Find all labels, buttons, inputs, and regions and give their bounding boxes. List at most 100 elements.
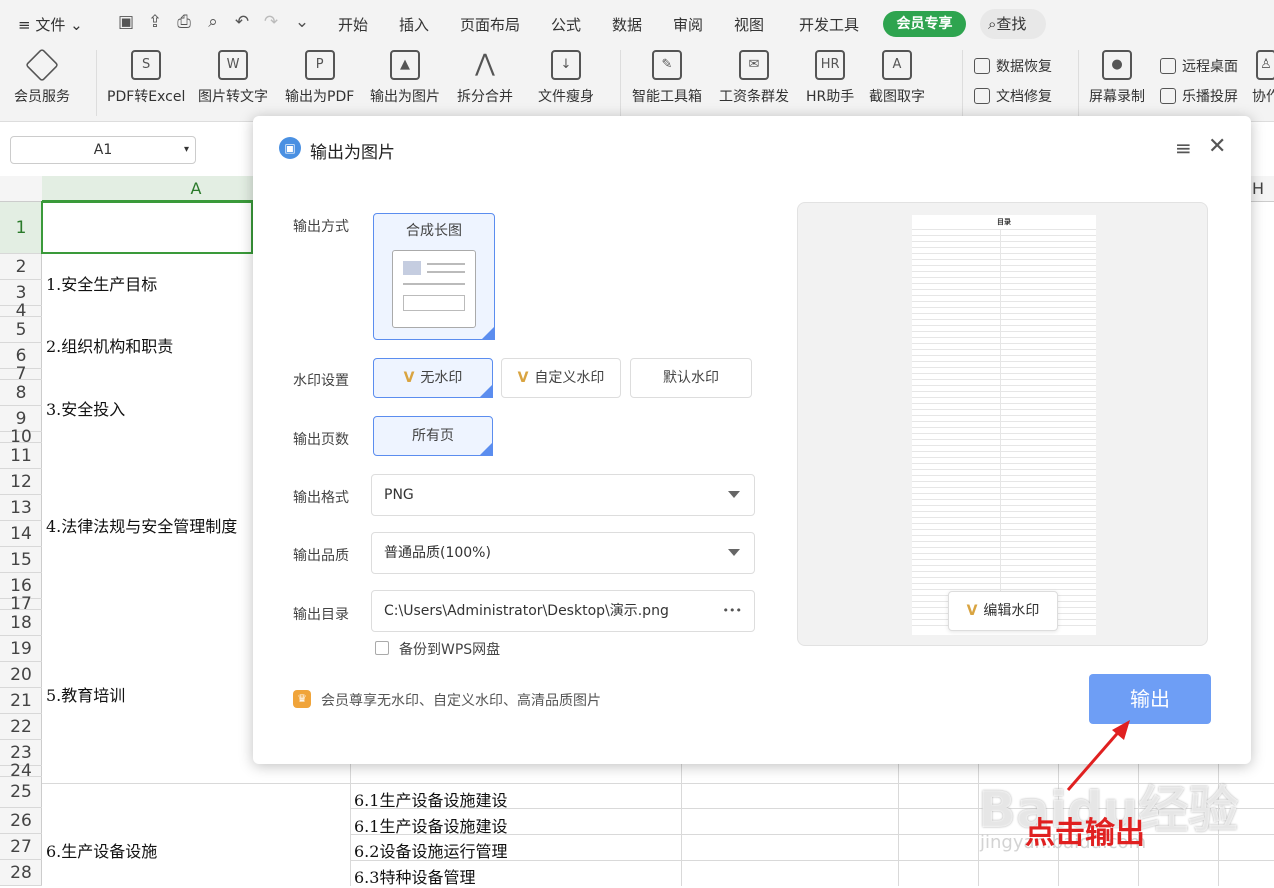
dir-input[interactable]: C:\Users\Administrator\Desktop\演示.png •••	[371, 590, 755, 632]
no-watermark-option[interactable]: V 无水印	[373, 358, 493, 398]
pdf-to-excel-button[interactable]: S PDF转Excel	[107, 50, 185, 106]
preview-row-line	[912, 307, 1096, 308]
remote-icon	[1160, 58, 1176, 74]
file-menu[interactable]: ≡ 文件 ⌄	[18, 14, 83, 35]
preview-row-line	[912, 331, 1096, 332]
tab-insert[interactable]: 插入	[399, 14, 429, 35]
menu-icon[interactable]: ≡	[1175, 136, 1192, 160]
menu-bar: ≡ 文件 ⌄ ▣ ⇪ ⎙ ⌕ ↶ ↷ ⌄ 开始 插入 页面布局 公式 数据 审阅…	[0, 0, 1274, 46]
redo-icon[interactable]: ↷	[261, 12, 281, 32]
row-header-5[interactable]: 5	[0, 317, 42, 343]
default-watermark-option[interactable]: 默认水印	[630, 358, 752, 398]
cell-b27[interactable]: 6.2设备设施运行管理	[354, 838, 507, 862]
export-icon[interactable]: ⇪	[145, 12, 165, 32]
toolbox-icon: ✎	[652, 50, 682, 80]
row-header-25[interactable]: 25	[0, 777, 42, 808]
row-header-14[interactable]: 14	[0, 521, 42, 547]
payslip-button[interactable]: ✉ 工资条群发	[719, 50, 789, 106]
image-to-text-button[interactable]: W 图片转文字	[198, 50, 268, 106]
row-header-27[interactable]: 27	[0, 834, 42, 860]
name-box[interactable]: A1 ▾	[10, 136, 196, 164]
row-header-15[interactable]: 15	[0, 547, 42, 573]
cell-a8[interactable]: 3.安全投入	[46, 396, 125, 420]
remote-desktop-button[interactable]: 远程桌面	[1160, 56, 1238, 76]
cell-b25[interactable]: 6.1生产设备设施建设	[354, 787, 507, 811]
print-icon[interactable]: ⎙	[174, 12, 194, 32]
row-header-22[interactable]: 22	[0, 714, 42, 740]
preview-row-line	[912, 277, 1096, 278]
close-icon[interactable]: ✕	[1208, 134, 1226, 159]
cast-button[interactable]: 乐播投屏	[1160, 86, 1238, 106]
edit-watermark-button[interactable]: V 编辑水印	[948, 591, 1058, 631]
hr-helper-button[interactable]: HR HR助手	[806, 50, 854, 106]
row-header-10[interactable]: 10	[0, 429, 42, 446]
custom-watermark-option[interactable]: V 自定义水印	[501, 358, 621, 398]
format-select[interactable]: PNG	[371, 474, 755, 516]
check-icon	[479, 442, 493, 456]
check-icon	[481, 326, 495, 340]
row-header-11[interactable]: 11	[0, 443, 42, 469]
data-recovery-button[interactable]: 数据恢复	[974, 56, 1052, 76]
tab-developer[interactable]: 开发工具	[799, 14, 859, 35]
tab-data[interactable]: 数据	[612, 14, 642, 35]
all-pages-option[interactable]: 所有页	[373, 416, 493, 456]
row-header-4[interactable]: 4	[0, 303, 42, 320]
selected-cell-a1[interactable]	[41, 201, 253, 254]
split-merge-button[interactable]: ⋀ 拆分合并	[457, 50, 513, 106]
mode-long-image-option[interactable]: 合成长图	[373, 213, 495, 340]
more-icon[interactable]: •••	[723, 591, 742, 631]
row-header-12[interactable]: 12	[0, 469, 42, 495]
export-pdf-button[interactable]: P 输出为PDF	[285, 50, 354, 106]
search-box[interactable]: ⌕查找	[980, 9, 1046, 39]
row-header-26[interactable]: 26	[0, 808, 42, 834]
row-header-17[interactable]: 17	[0, 596, 42, 613]
screen-record-button[interactable]: ● 屏幕录制	[1089, 50, 1145, 106]
cell-a12[interactable]: 4.法律法规与安全管理制度	[46, 513, 237, 537]
preview-row-line	[912, 241, 1096, 242]
row-header-7[interactable]: 7	[0, 366, 42, 383]
row-header-13[interactable]: 13	[0, 495, 42, 521]
tab-view[interactable]: 视图	[734, 14, 764, 35]
split-icon: ⋀	[475, 49, 495, 77]
cell-b26[interactable]: 6.1生产设备设施建设	[354, 813, 507, 837]
cell-a2[interactable]: 1.安全生产目标	[46, 271, 157, 295]
export-image-button[interactable]: ▲ 输出为图片	[370, 50, 440, 106]
undo-icon[interactable]: ↶	[232, 12, 252, 32]
tab-formula[interactable]: 公式	[551, 14, 581, 35]
cell-a5[interactable]: 2.组织机构和职责	[46, 333, 173, 357]
file-slim-label: 文件瘦身	[538, 89, 594, 105]
row-header-2[interactable]: 2	[0, 254, 42, 280]
file-slim-button[interactable]: ↓ 文件瘦身	[538, 50, 594, 106]
print-preview-icon[interactable]: ⌕	[203, 12, 223, 32]
row-header-28[interactable]: 28	[0, 860, 42, 886]
collab-button[interactable]: ♙ 协作	[1252, 50, 1274, 106]
cell-b28[interactable]: 6.3特种设备管理	[354, 864, 475, 888]
tab-layout[interactable]: 页面布局	[460, 14, 520, 35]
tab-start[interactable]: 开始	[338, 14, 368, 35]
save-icon[interactable]: ▣	[116, 12, 136, 32]
row-header-21[interactable]: 21	[0, 688, 42, 714]
row-header-18[interactable]: 18	[0, 610, 42, 636]
row-header-20[interactable]: 20	[0, 662, 42, 688]
row-header-24[interactable]: 24	[0, 763, 42, 780]
screenshot-text-button[interactable]: A 截图取字	[869, 50, 925, 106]
more-quick-icon[interactable]: ⌄	[292, 12, 312, 32]
column-h[interactable]: H	[1252, 176, 1264, 202]
cell-a19[interactable]: 5.教育培训	[46, 682, 125, 706]
vip-tab[interactable]: 会员专享	[883, 11, 966, 37]
doc-repair-button[interactable]: 文档修复	[974, 86, 1052, 106]
tab-review[interactable]: 审阅	[673, 14, 703, 35]
preview-row-line	[912, 511, 1096, 512]
row-header-1[interactable]: 1	[0, 202, 42, 254]
preview-row-line	[912, 283, 1096, 284]
preview-row-line	[912, 505, 1096, 506]
backup-checkbox[interactable]	[375, 641, 389, 655]
vip-service-button[interactable]: 会员服务	[14, 48, 70, 106]
name-box-value: A1	[93, 142, 113, 158]
smart-toolbox-button[interactable]: ✎ 智能工具箱	[632, 50, 702, 106]
quality-select[interactable]: 普通品质(100%)	[371, 532, 755, 574]
row-header-8[interactable]: 8	[0, 380, 42, 406]
row-header-19[interactable]: 19	[0, 636, 42, 662]
cell-a26[interactable]: 6.生产设备设施	[46, 838, 157, 862]
chevron-down-icon: ▾	[183, 144, 189, 155]
